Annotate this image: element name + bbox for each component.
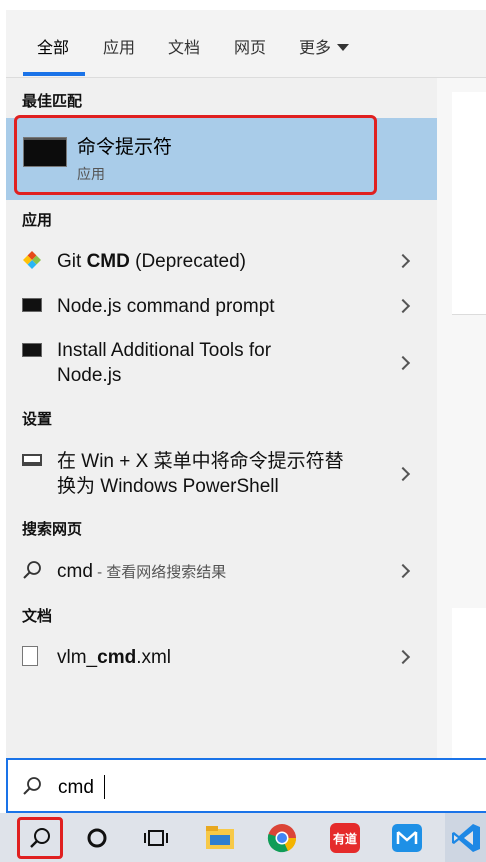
app-item-git-cmd[interactable]: Git CMD (Deprecated): [6, 240, 437, 282]
terminal-icon: [22, 343, 42, 357]
settings-item[interactable]: 在 Win + X 菜单中将命令提示符替 换为 Windows PowerShel…: [6, 442, 437, 502]
web-suffix: - 查看网络搜索结果: [92, 564, 227, 581]
chevron-right-icon[interactable]: [395, 466, 411, 482]
vscode-icon[interactable]: [449, 821, 483, 855]
app-item-suffix: (Deprecated): [129, 251, 247, 272]
app-item-prefix: Git: [57, 251, 87, 272]
search-icon[interactable]: [23, 821, 57, 855]
search-icon: [22, 560, 42, 585]
section-web: 搜索网页: [22, 521, 83, 538]
chevron-right-icon[interactable]: [395, 298, 411, 314]
task-view-icon[interactable]: [139, 821, 173, 855]
doc-item[interactable]: vlm_cmd.xml: [6, 636, 437, 678]
caret-down-icon: [337, 44, 350, 51]
xml-file-icon: [22, 646, 38, 666]
tab-web[interactable]: 网页: [234, 34, 266, 58]
preview-pane: [437, 78, 486, 758]
app-item-match: CMD: [86, 251, 130, 272]
doc-match: cmd: [97, 647, 137, 668]
results-list: 最佳匹配 命令提示符 应用 应用 Git CMD (Deprecated) No…: [6, 78, 437, 758]
mail-icon[interactable]: [390, 821, 424, 855]
section-apps: 应用: [22, 212, 53, 229]
section-settings: 设置: [22, 411, 53, 428]
tab-apps[interactable]: 应用: [103, 34, 135, 58]
web-search-item[interactable]: cmd - 查看网络搜索结果: [6, 550, 437, 592]
tab-more[interactable]: 更多: [299, 34, 350, 58]
app-item-line1: Install Additional Tools for: [57, 340, 272, 361]
best-match-title: 命令提示符: [77, 137, 173, 158]
settings-line1: 在 Win + X 菜单中将命令提示符替: [57, 451, 344, 472]
preview-divider: [452, 314, 486, 315]
command-prompt-icon: [23, 137, 67, 167]
youdao-label: 有道: [330, 823, 360, 853]
doc-prefix: vlm_: [57, 647, 98, 668]
tab-more-label: 更多: [299, 40, 332, 57]
app-item-label: Node.js command prompt: [57, 296, 275, 317]
settings-line2: 换为 Windows PowerShell: [57, 476, 279, 497]
search-input[interactable]: cmd: [58, 777, 94, 799]
preview-card-bottom: [452, 608, 486, 758]
section-best-match: 最佳匹配: [22, 93, 83, 110]
app-item-node-prompt[interactable]: Node.js command prompt: [6, 285, 437, 327]
youdao-icon[interactable]: 有道: [328, 821, 362, 855]
tab-all[interactable]: 全部: [37, 34, 69, 58]
search-tabs: 全部 应用 文档 网页 更多: [6, 10, 486, 78]
preview-card: [452, 92, 486, 314]
app-item-install-tools[interactable]: Install Additional Tools for Node.js: [6, 330, 437, 390]
cortana-icon[interactable]: [80, 821, 114, 855]
terminal-icon: [22, 298, 42, 312]
section-docs: 文档: [22, 608, 53, 625]
search-bar[interactable]: cmd: [6, 758, 486, 813]
tab-docs[interactable]: 文档: [168, 34, 200, 58]
chevron-right-icon[interactable]: [395, 649, 411, 665]
highlight-box: [14, 115, 377, 195]
git-icon: [22, 250, 42, 275]
doc-suffix: .xml: [136, 647, 172, 668]
chevron-right-icon[interactable]: [395, 253, 411, 269]
window-icon: [22, 454, 42, 466]
chevron-right-icon[interactable]: [395, 355, 411, 371]
chevron-right-icon[interactable]: [395, 563, 411, 579]
app-item-line2: Node.js: [57, 365, 122, 386]
best-match-subtitle: 应用: [77, 166, 105, 182]
search-icon: [22, 776, 42, 801]
file-explorer-icon[interactable]: [203, 821, 237, 855]
active-tab-indicator: [23, 72, 85, 76]
taskbar: 有道: [0, 813, 486, 862]
text-cursor: [104, 775, 105, 799]
web-term: cmd: [57, 561, 93, 582]
chrome-icon[interactable]: [265, 821, 299, 855]
